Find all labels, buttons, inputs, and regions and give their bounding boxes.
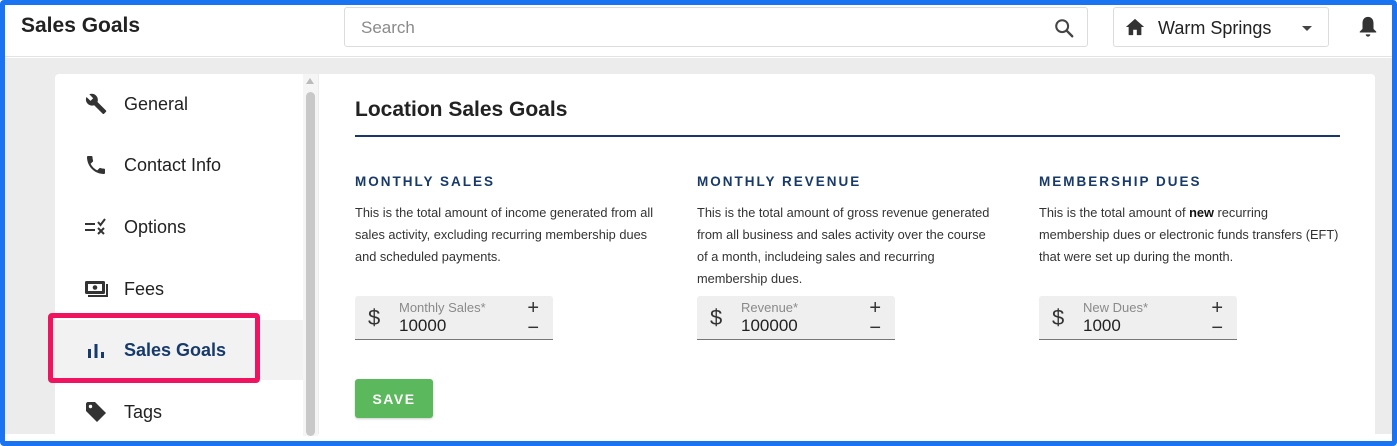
tag-icon (83, 400, 109, 424)
decrement-button[interactable]: − (527, 318, 539, 338)
wrench-icon (83, 92, 109, 116)
revenue-field[interactable]: $ Revenue* + − (697, 296, 895, 340)
sidebar-item-label: Options (124, 217, 187, 237)
sidebar-item-label: Tags (124, 402, 163, 422)
field-label: Monthly Sales* (399, 300, 486, 315)
money-icon (83, 277, 109, 301)
top-bar: Sales Goals Warm Springs (5, 5, 1392, 57)
decrement-button[interactable]: − (869, 318, 881, 338)
section-description: This is the total amount of gross revenu… (697, 205, 990, 286)
dollar-icon: $ (1052, 305, 1065, 330)
monthly-revenue-section: MONTHLY REVENUE This is the total amount… (697, 174, 997, 290)
options-list-icon (83, 215, 109, 239)
sidebar-item-contact-info[interactable]: Contact Info (55, 135, 303, 195)
sidebar-item-label: Sales Goals (124, 340, 227, 360)
increment-button[interactable]: + (869, 298, 881, 318)
field-label: New Dues* (1083, 300, 1149, 315)
new-dues-field[interactable]: $ New Dues* + − (1039, 296, 1237, 340)
page-title: Location Sales Goals (355, 98, 568, 121)
monthly-sales-field[interactable]: $ Monthly Sales* + − (355, 296, 553, 340)
home-icon (1124, 17, 1146, 42)
sidebar-item-options[interactable]: Options (55, 197, 303, 257)
section-description: This is the total amount of income gener… (355, 205, 654, 264)
decrement-button[interactable]: − (1211, 318, 1223, 338)
bell-icon[interactable] (1357, 15, 1379, 44)
search-input[interactable] (361, 16, 1021, 40)
section-heading: MONTHLY SALES (355, 174, 496, 189)
title-divider (355, 135, 1340, 137)
new-dues-input[interactable] (1083, 316, 1193, 336)
sidebar-item-label: General (124, 94, 189, 114)
sidebar-item-sales-goals[interactable]: Sales Goals (55, 320, 303, 380)
sidebar-item-label: Contact Info (124, 155, 222, 175)
settings-sidebar: General Contact Info Options Fees Sales … (55, 74, 303, 436)
monthly-sales-input[interactable] (399, 316, 509, 336)
increment-button[interactable]: + (527, 298, 539, 318)
field-label: Revenue* (741, 300, 799, 315)
scroll-up-arrow-icon[interactable] (306, 78, 314, 84)
save-button[interactable]: SAVE (355, 379, 433, 418)
location-select[interactable]: Warm Springs (1113, 7, 1329, 47)
membership-dues-section: MEMBERSHIP DUES This is the total amount… (1039, 174, 1339, 268)
dollar-icon: $ (368, 305, 381, 330)
revenue-input[interactable] (741, 316, 851, 336)
sidebar-item-label: Fees (124, 279, 165, 299)
section-description: This is the total amount of new recurrin… (1039, 205, 1339, 264)
increment-button[interactable]: + (1211, 298, 1223, 318)
search-icon[interactable] (1053, 17, 1075, 44)
location-label: Warm Springs (1158, 18, 1272, 38)
sidebar-item-general[interactable]: General (55, 74, 303, 134)
sidebar-item-tags[interactable]: Tags (55, 382, 303, 442)
section-heading: MEMBERSHIP DUES (1039, 174, 1202, 189)
sidebar-scrollbar[interactable] (303, 74, 318, 436)
phone-icon (83, 153, 109, 177)
section-heading: MONTHLY REVENUE (697, 174, 862, 189)
sales-goals-panel: Location Sales Goals MONTHLY SALES This … (319, 74, 1375, 436)
search-box[interactable] (344, 7, 1088, 47)
bar-chart-icon (83, 338, 109, 362)
app-title: Sales Goals (21, 14, 141, 37)
monthly-sales-section: MONTHLY SALES This is the total amount o… (355, 174, 655, 268)
chevron-down-icon[interactable] (1302, 26, 1312, 31)
dollar-icon: $ (710, 305, 723, 330)
scrollbar-thumb[interactable] (306, 92, 315, 436)
sidebar-item-fees[interactable]: Fees (55, 259, 303, 319)
